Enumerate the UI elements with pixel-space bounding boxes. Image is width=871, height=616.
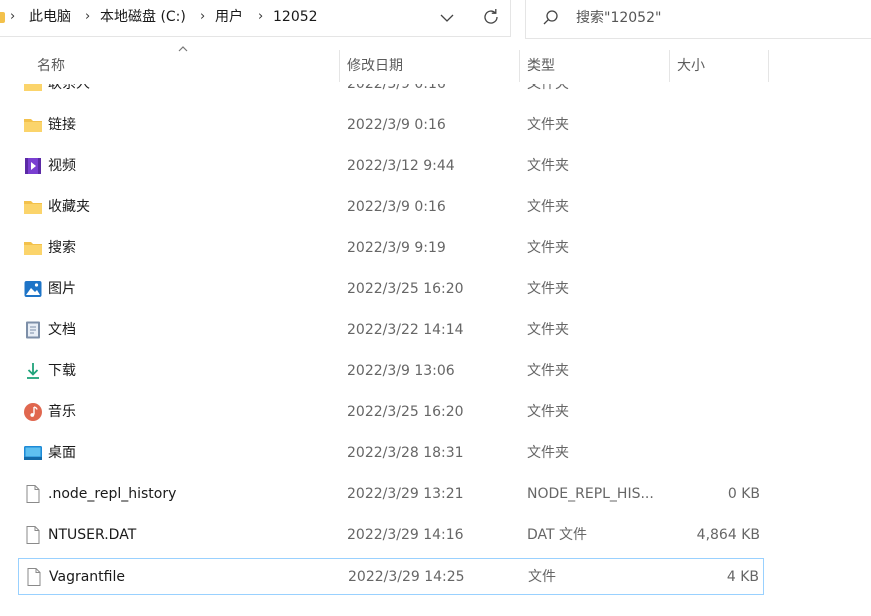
folder-icon [24,119,42,132]
list-item[interactable]: 图片 2022/3/25 16:20 文件夹 [18,271,764,308]
item-type: 文件夹 [527,158,569,174]
list-item[interactable]: 联系人 2022/3/9 0:16 文件夹 [18,84,764,103]
column-divider[interactable] [669,50,670,82]
desktop-folder-icon [24,446,42,460]
breadcrumb-this-pc[interactable]: 此电脑 [29,0,71,34]
item-date: 2022/3/9 0:16 [347,117,446,133]
item-name: NTUSER.DAT [48,527,137,543]
list-item[interactable]: 收藏夹 2022/3/9 0:16 文件夹 [18,189,764,226]
item-size: 4,864 KB [696,527,760,543]
item-name: Vagrantfile [49,569,125,585]
file-icon [27,568,41,586]
item-date: 2022/3/25 16:20 [347,404,464,420]
search-box[interactable]: 搜索"12052" [525,0,871,39]
breadcrumb-local-disk[interactable]: 本地磁盘 (C:) [100,0,186,34]
pictures-folder-icon [24,281,42,297]
item-name: 文档 [48,322,76,338]
item-name: 桌面 [48,445,76,461]
column-header-size[interactable]: 大小 [677,48,705,84]
item-date: 2022/3/29 14:25 [348,569,465,585]
address-bar[interactable]: › 此电脑 › 本地磁盘 (C:) › 用户 › 12052 [0,0,511,37]
video-folder-icon [25,158,41,174]
list-item[interactable]: 搜索 2022/3/9 9:19 文件夹 [18,230,764,267]
downloads-folder-icon [27,363,39,379]
item-type: NODE_REPL_HIS... [527,486,654,502]
item-date: 2022/3/9 0:16 [347,199,446,215]
file-icon [26,526,40,544]
item-name: 链接 [48,117,76,133]
item-type: 文件夹 [527,199,569,215]
column-header-name[interactable]: 名称 [37,48,65,84]
item-size: 4 KB [726,569,759,585]
item-name: .node_repl_history [48,486,177,502]
item-name: 视频 [48,158,76,174]
item-date: 2022/3/25 16:20 [347,281,464,297]
breadcrumb-users[interactable]: 用户 [215,0,243,34]
column-divider[interactable] [519,50,520,82]
folder-icon [0,12,5,23]
file-icon [26,485,40,503]
search-icon [543,10,558,25]
item-type: 文件夹 [527,404,569,420]
item-name: 下载 [48,363,76,379]
chevron-right-icon[interactable]: › [85,0,90,34]
item-date: 2022/3/9 9:19 [347,240,446,256]
item-size: 0 KB [727,486,760,502]
list-item[interactable]: .node_repl_history 2022/3/29 13:21 NODE_… [18,476,764,513]
item-date: 2022/3/12 9:44 [347,158,455,174]
item-name: 联系人 [48,84,90,92]
list-item[interactable]: 链接 2022/3/9 0:16 文件夹 [18,107,764,144]
item-type: 文件夹 [527,117,569,133]
column-header-date[interactable]: 修改日期 [347,48,403,84]
item-type: 文件夹 [527,445,569,461]
chevron-right-icon[interactable]: › [258,0,263,34]
column-divider[interactable] [339,50,340,82]
chevron-down-icon[interactable] [436,7,458,29]
list-item[interactable]: 桌面 2022/3/28 18:31 文件夹 [18,435,764,472]
item-name: 图片 [48,281,76,297]
refresh-icon[interactable] [480,6,502,28]
item-type: DAT 文件 [527,527,588,543]
documents-folder-icon [26,321,40,339]
folder-icon [24,242,42,255]
list-item[interactable]: 音乐 2022/3/25 16:20 文件夹 [18,394,764,431]
column-header-type[interactable]: 类型 [527,48,555,84]
item-type: 文件夹 [527,240,569,256]
column-headers: 名称 修改日期 类型 大小 [0,48,871,84]
breadcrumb-user-folder[interactable]: 12052 [273,0,318,34]
item-date: 2022/3/29 14:16 [347,527,464,543]
item-name: 音乐 [48,404,76,420]
item-date: 2022/3/9 13:06 [347,363,455,379]
file-list: 联系人 2022/3/9 0:16 文件夹 链接 2022/3/9 0:16 文… [0,84,871,616]
list-item[interactable]: 下载 2022/3/9 13:06 文件夹 [18,353,764,390]
item-name: 搜索 [48,240,76,256]
item-type: 文件夹 [527,281,569,297]
item-type: 文件夹 [527,322,569,338]
item-date: 2022/3/22 14:14 [347,322,464,338]
list-item-selected[interactable]: Vagrantfile 2022/3/29 14:25 文件 4 KB [18,558,764,595]
item-name: 收藏夹 [48,199,90,215]
item-date: 2022/3/28 18:31 [347,445,464,461]
item-type: 文件夹 [527,84,569,92]
item-date: 2022/3/29 13:21 [347,486,464,502]
item-type: 文件夹 [527,363,569,379]
list-item[interactable]: 文档 2022/3/22 14:14 文件夹 [18,312,764,349]
folder-icon [24,201,42,214]
music-folder-icon [24,403,42,421]
chevron-right-icon[interactable]: › [10,0,15,34]
item-date: 2022/3/9 0:16 [347,84,446,92]
column-divider[interactable] [768,50,769,82]
search-input[interactable]: 搜索"12052" [576,0,661,36]
chevron-right-icon[interactable]: › [200,0,205,34]
folder-icon [24,84,42,91]
item-type: 文件 [528,569,556,585]
list-item[interactable]: NTUSER.DAT 2022/3/29 14:16 DAT 文件 4,864 … [18,517,764,554]
list-item[interactable]: 视频 2022/3/12 9:44 文件夹 [18,148,764,185]
